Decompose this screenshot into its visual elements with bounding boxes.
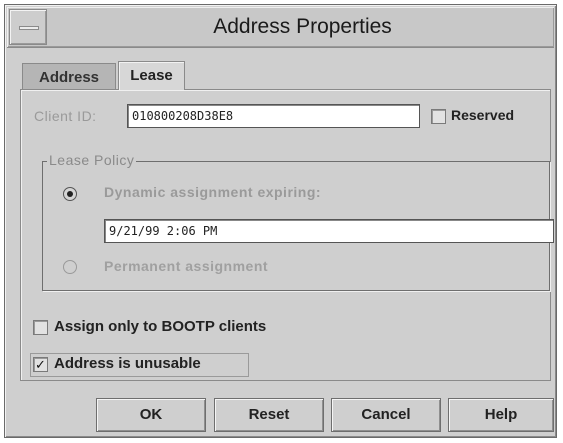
window-menu-icon: [19, 26, 39, 30]
ok-button[interactable]: OK: [96, 398, 206, 432]
dialog-title: Address Properties: [213, 15, 392, 38]
help-button[interactable]: Help: [448, 398, 554, 432]
radio-selected-dot: [67, 191, 73, 197]
window-menu-button[interactable]: [9, 9, 47, 45]
bootp-only-label: Assign only to BOOTP clients: [54, 318, 267, 335]
unusable-checkbox[interactable]: ✓: [33, 357, 48, 372]
tab-address[interactable]: Address: [22, 63, 116, 90]
lease-tab-panel: Client ID: 010800208D38E8 Reserved Lease…: [20, 89, 554, 381]
bootp-only-checkbox[interactable]: [33, 320, 48, 335]
expiry-date-field[interactable]: 9/21/99 2:06 PM: [104, 219, 554, 243]
address-properties-dialog: Address Properties Address Lease Client …: [4, 4, 557, 438]
unusable-label: Address is unusable: [54, 355, 201, 372]
permanent-assignment-radio[interactable]: [63, 260, 77, 274]
cancel-button[interactable]: Cancel: [331, 398, 441, 432]
checkmark-icon: ✓: [35, 357, 46, 372]
title-bar[interactable]: Address Properties: [7, 7, 554, 48]
client-id-field[interactable]: 010800208D38E8: [127, 104, 420, 128]
tab-lease[interactable]: Lease: [118, 61, 185, 90]
reserved-checkbox[interactable]: [431, 109, 446, 124]
reserved-label: Reserved: [451, 107, 515, 123]
lease-policy-title: Lease Policy: [47, 152, 137, 168]
permanent-assignment-label: Permanent assignment: [104, 258, 269, 274]
client-id-label: Client ID:: [34, 108, 97, 124]
dynamic-assignment-radio[interactable]: [63, 187, 77, 201]
reset-button[interactable]: Reset: [214, 398, 324, 432]
dynamic-assignment-label: Dynamic assignment expiring:: [104, 184, 322, 200]
lease-policy-group: Lease Policy Dynamic assignment expiring…: [42, 152, 554, 291]
